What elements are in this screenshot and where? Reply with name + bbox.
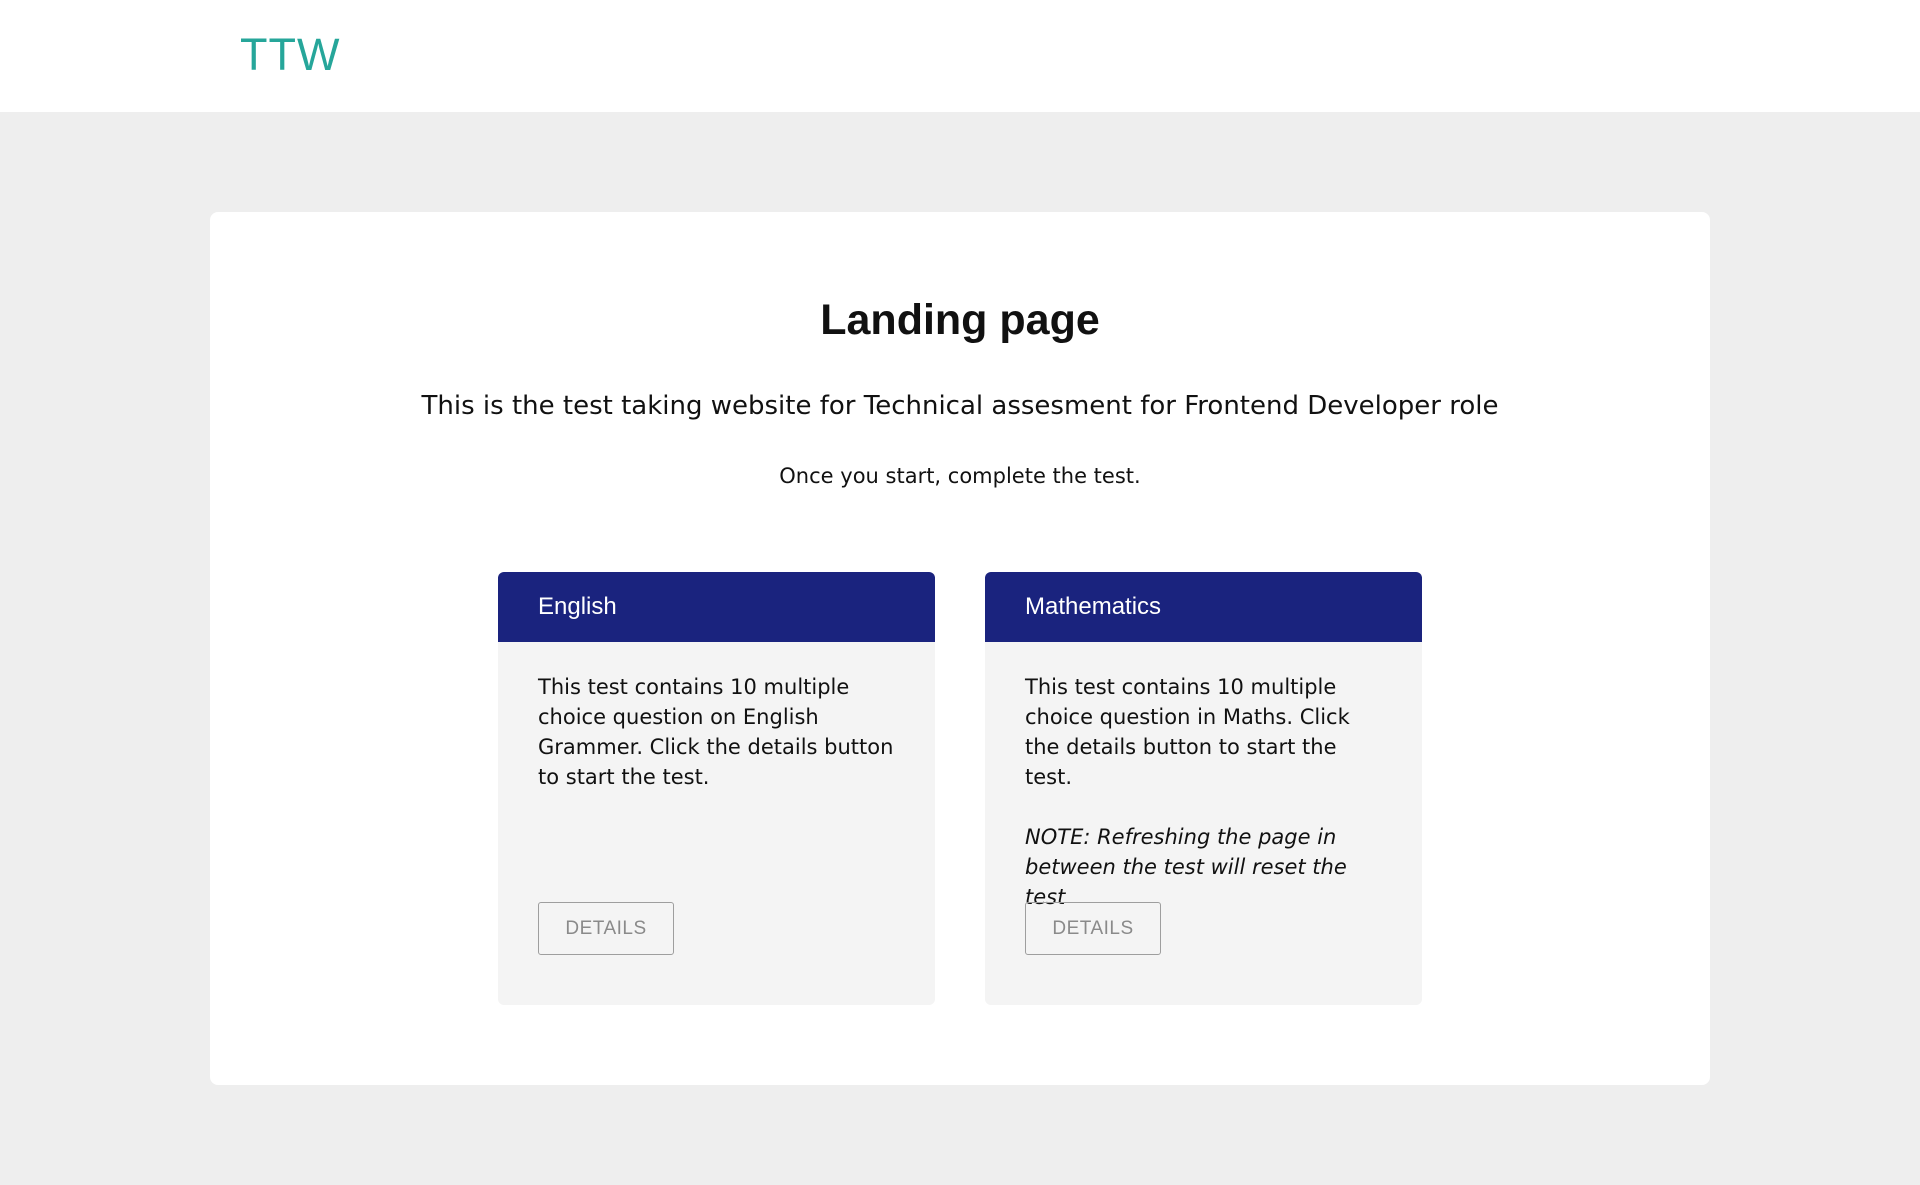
brand-logo[interactable]: TTW (240, 26, 340, 84)
card-note: NOTE: Refreshing the page in between the… (1025, 825, 1347, 909)
test-card-mathematics: Mathematics This test contains 10 multip… (985, 572, 1422, 1005)
card-title: Mathematics (985, 572, 1422, 642)
test-card-english: English This test contains 10 multiple c… (498, 572, 935, 1005)
card-body: This test contains 10 multiple choice qu… (498, 642, 935, 792)
landing-panel: Landing page This is the test taking web… (210, 212, 1710, 1085)
english-details-button[interactable]: DETAILS (538, 902, 674, 955)
page-title: Landing page (820, 296, 1100, 344)
top-navbar: TTW (0, 0, 1920, 112)
card-body: This test contains 10 multiple choice qu… (985, 642, 1422, 912)
card-title: English (498, 572, 935, 642)
page-instruction: Once you start, complete the test. (779, 464, 1141, 488)
mathematics-details-button[interactable]: DETAILS (1025, 902, 1161, 955)
card-description: This test contains 10 multiple choice qu… (1025, 675, 1350, 789)
card-description: This test contains 10 multiple choice qu… (538, 675, 894, 789)
page-subtitle: This is the test taking website for Tech… (421, 391, 1499, 421)
